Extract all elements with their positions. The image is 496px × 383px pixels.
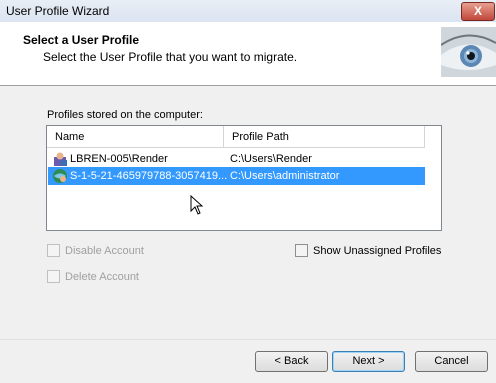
profile-path: C:\Users\administrator — [230, 170, 340, 182]
checkbox-box[interactable] — [47, 270, 60, 283]
footer-divider — [0, 339, 496, 340]
list-item[interactable]: LBREN-005\Render C:\Users\Render — [48, 150, 425, 168]
delete-account-checkbox[interactable]: Delete Account — [47, 270, 139, 283]
page-title: Select a User Profile — [23, 33, 140, 47]
show-unassigned-label: Show Unassigned Profiles — [313, 244, 442, 257]
checkbox-box[interactable] — [47, 244, 60, 257]
profiles-group-label: Profiles stored on the computer: — [47, 109, 203, 121]
close-button[interactable]: X — [461, 2, 495, 21]
cancel-button[interactable]: Cancel — [415, 351, 488, 372]
wizard-header: Select a User Profile Select the User Pr… — [0, 22, 496, 86]
disable-account-label: Disable Account — [65, 244, 144, 257]
next-button[interactable]: Next > — [332, 351, 405, 372]
profiles-listview[interactable]: Name Profile Path LBREN-005\Render C:\Us… — [46, 125, 442, 231]
title-bar: User Profile Wizard X — [0, 0, 496, 22]
user-profile-icon — [52, 151, 68, 167]
column-header-name[interactable]: Name — [47, 126, 224, 148]
column-header-profile-path[interactable]: Profile Path — [224, 126, 425, 148]
profile-path: C:\Users\Render — [230, 153, 312, 165]
domain-profile-icon — [52, 168, 68, 184]
disable-account-checkbox[interactable]: Disable Account — [47, 244, 144, 257]
show-unassigned-profiles-checkbox[interactable]: Show Unassigned Profiles — [295, 244, 441, 257]
page-subtitle: Select the User Profile that you want to… — [43, 50, 298, 64]
window-title: User Profile Wizard — [6, 4, 110, 18]
mouse-pointer-icon — [190, 194, 204, 218]
eye-logo-icon — [441, 27, 496, 77]
checkbox-box[interactable] — [295, 244, 308, 257]
delete-account-label: Delete Account — [65, 270, 139, 283]
profile-name: S-1-5-21-465979788-3057419... — [70, 170, 228, 182]
profile-name: LBREN-005\Render — [70, 153, 168, 165]
list-item[interactable]: S-1-5-21-465979788-3057419... C:\Users\a… — [48, 167, 425, 185]
back-button[interactable]: < Back — [255, 351, 328, 372]
